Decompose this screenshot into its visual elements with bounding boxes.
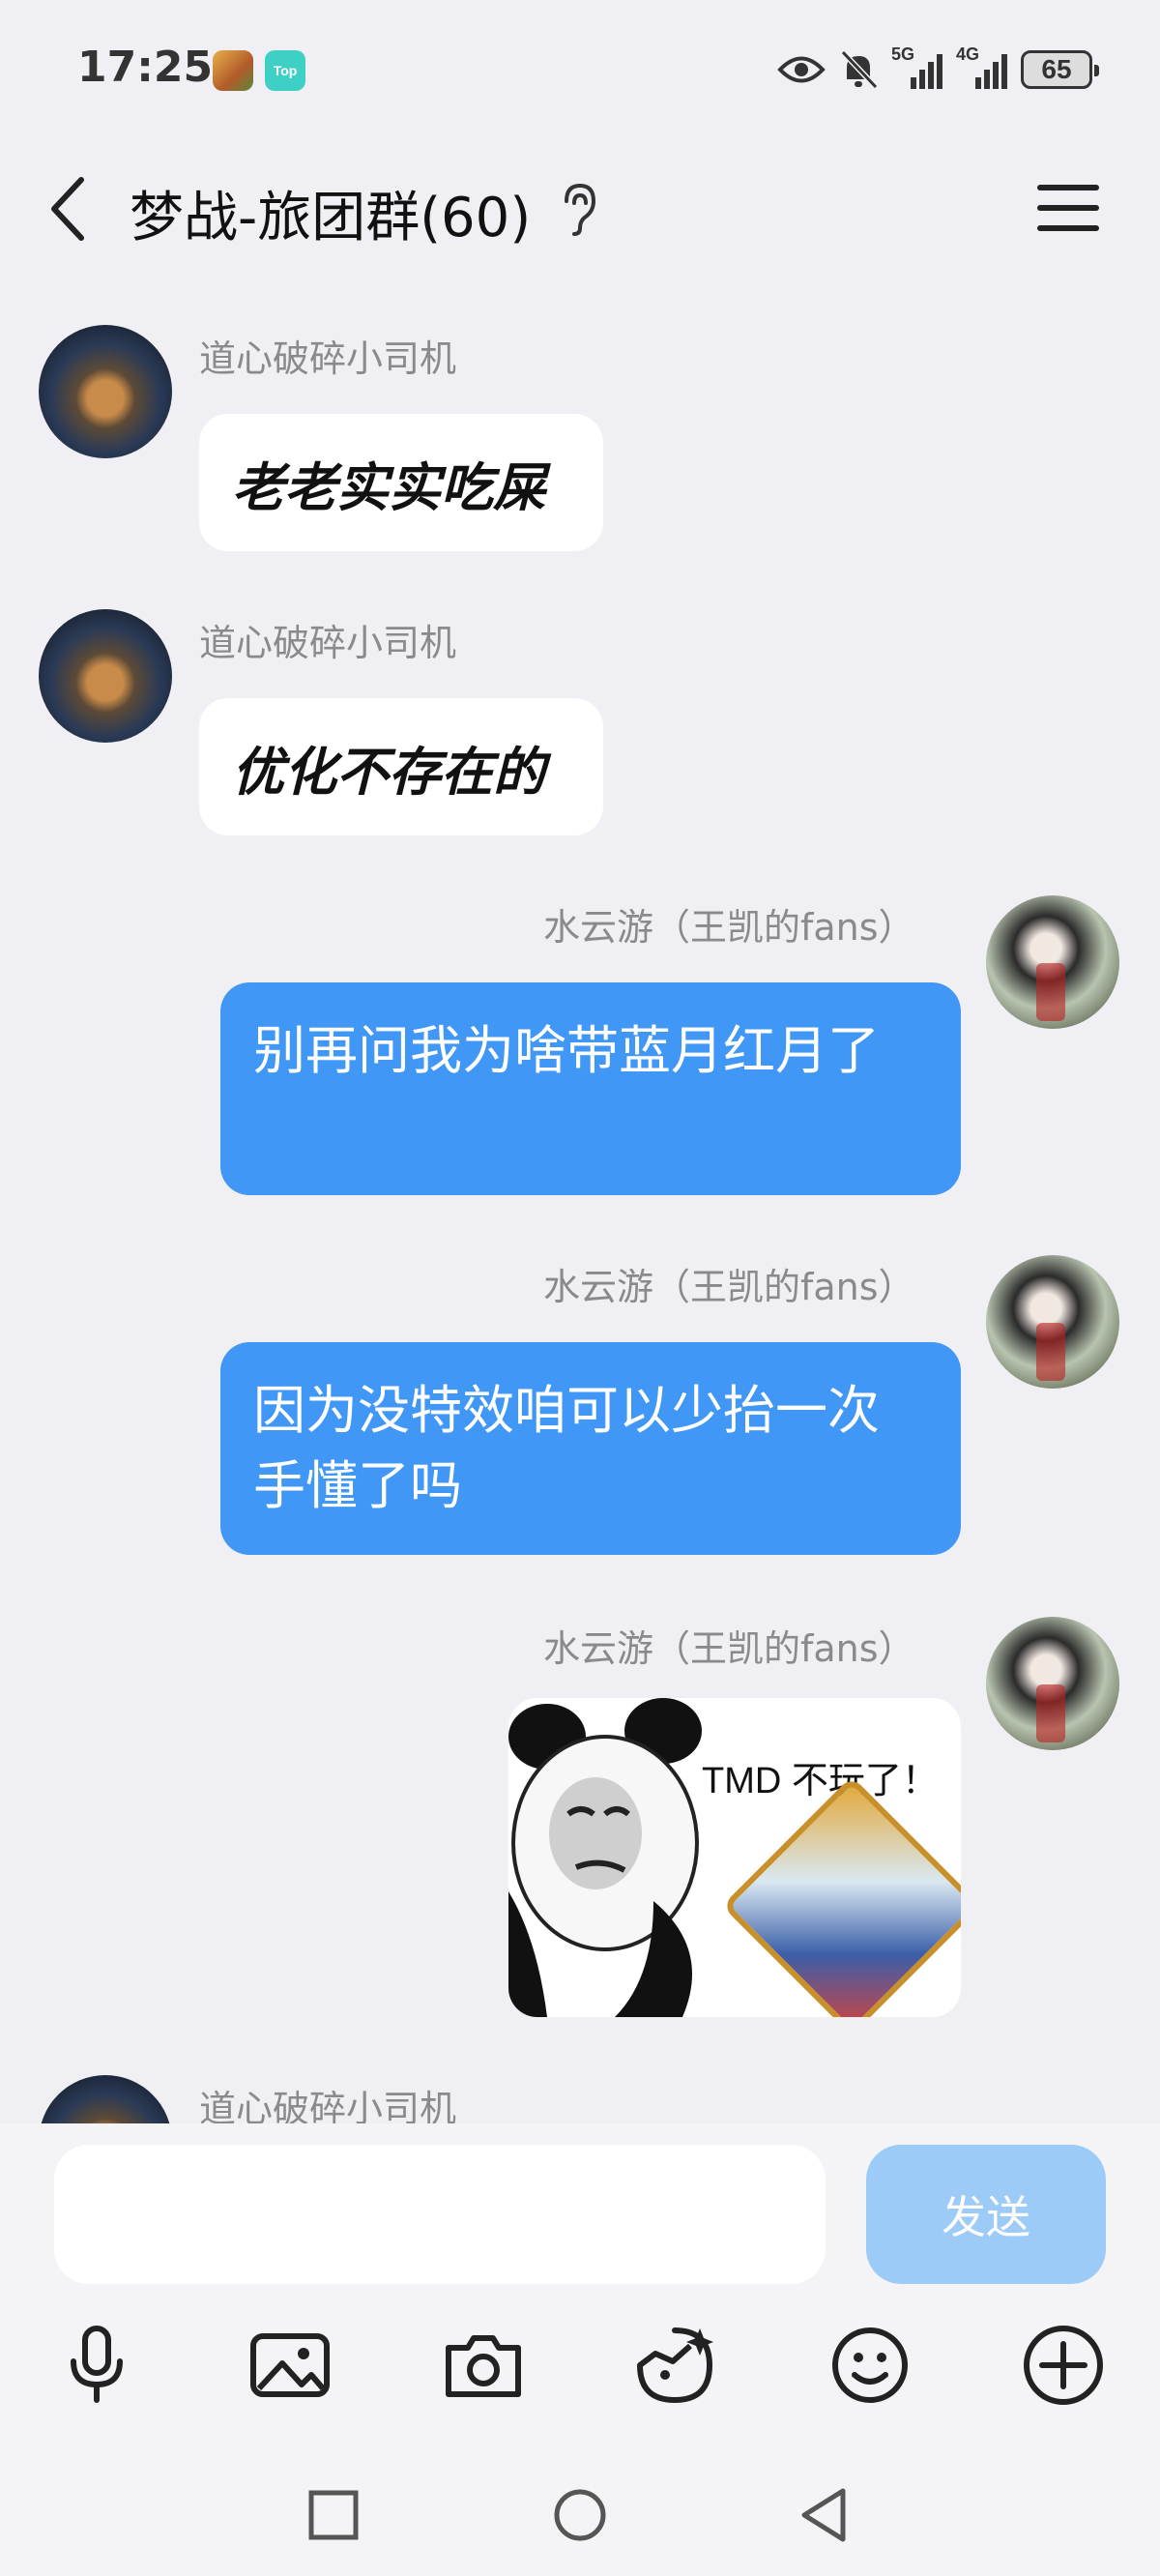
status-time: 17:25 <box>77 43 214 92</box>
avatar[interactable] <box>986 1617 1119 1750</box>
sender-name: 道心破碎小司机 <box>199 622 457 664</box>
ear-icon[interactable] <box>557 180 599 238</box>
muted-bell-icon <box>840 49 878 90</box>
microphone-icon[interactable] <box>48 2317 145 2414</box>
sender-name: 水云游（王凯的fans） <box>543 1266 915 1308</box>
avatar[interactable] <box>986 1255 1119 1389</box>
send-button[interactable]: 发送 <box>866 2145 1106 2284</box>
signal-4g-icon: 4G <box>956 44 1007 89</box>
panda-meme-image <box>508 1698 702 2017</box>
message-bubble[interactable]: 优化不存在的 <box>199 698 603 835</box>
game-app-icon <box>213 50 253 91</box>
recent-apps-icon[interactable] <box>300 2481 367 2549</box>
top-app-icon: Top <box>265 50 305 91</box>
chat-title[interactable]: 梦战-旅团群(60) <box>130 174 531 252</box>
message-input[interactable] <box>54 2145 826 2284</box>
sticker-caption: TMD 不玩了！ <box>702 1761 939 1801</box>
status-bar: 17:25 Top 5G 4G 65 <box>0 0 1160 145</box>
input-area: 发送 <box>0 2123 1160 2452</box>
sender-name: 水云游（王凯的fans） <box>543 1627 915 1670</box>
menu-icon[interactable] <box>1034 174 1102 242</box>
sender-name: 道心破碎小司机 <box>199 337 457 380</box>
signal-5g-icon: 5G <box>891 44 942 89</box>
status-icons: 5G 4G 65 <box>777 43 1099 97</box>
system-nav-bar <box>0 2452 1160 2576</box>
avatar[interactable] <box>39 609 172 743</box>
eye-icon <box>777 56 826 83</box>
avatar[interactable] <box>39 325 172 458</box>
battery-icon: 65 <box>1021 50 1099 89</box>
message-bubble[interactable]: 因为没特效咱可以少抬一次手懂了吗 <box>220 1342 961 1555</box>
message-bubble[interactable]: 别再问我为啥带蓝月红月了 <box>220 982 961 1195</box>
chevron-left-icon[interactable] <box>43 172 97 246</box>
sticker-icon[interactable] <box>626 2317 723 2414</box>
chat-toolbar <box>0 2317 1160 2423</box>
back-triangle-icon[interactable] <box>791 2481 858 2549</box>
home-icon[interactable] <box>546 2481 614 2549</box>
game-card-image <box>721 1775 961 2017</box>
image-icon[interactable] <box>242 2317 338 2414</box>
chat-header: 梦战-旅团群(60) <box>0 145 1160 271</box>
plus-circle-icon[interactable] <box>1015 2317 1112 2414</box>
sender-name: 水云游（王凯的fans） <box>543 906 915 949</box>
camera-icon[interactable] <box>435 2317 532 2414</box>
message-bubble[interactable]: 老老实实吃屎 <box>199 414 603 551</box>
sticker-image[interactable]: TMD 不玩了！ <box>508 1698 961 2017</box>
emoji-icon[interactable] <box>822 2317 918 2414</box>
avatar[interactable] <box>986 895 1119 1029</box>
